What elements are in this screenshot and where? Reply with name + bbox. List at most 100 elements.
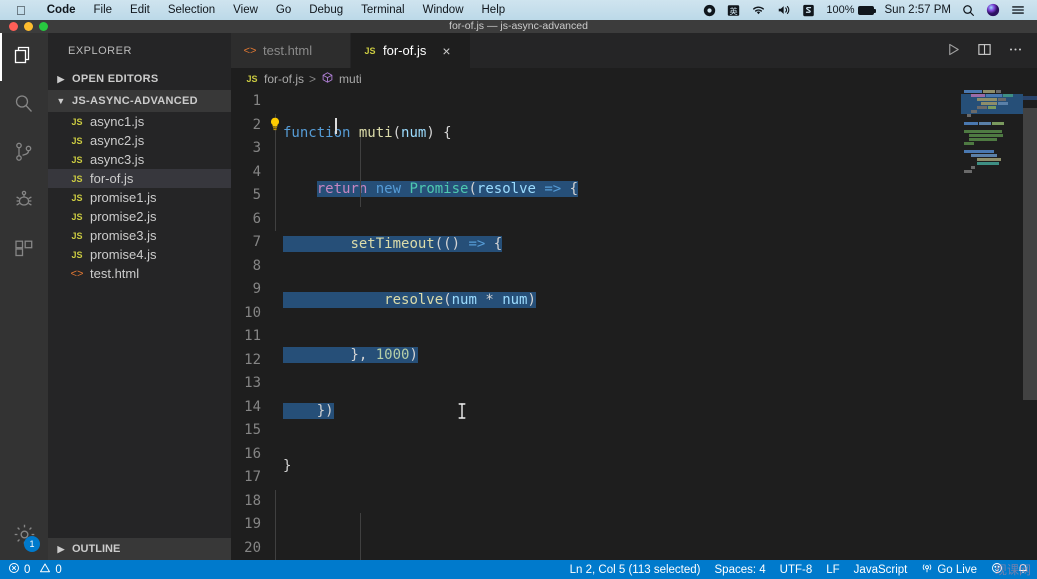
shadowsocks-icon[interactable] <box>802 4 815 17</box>
ellipsis-icon[interactable] <box>1008 42 1023 60</box>
search-icon <box>12 92 36 119</box>
lightbulb-icon[interactable] <box>269 117 281 134</box>
error-count: 0 <box>24 563 31 576</box>
menu-item-terminal[interactable]: Terminal <box>352 4 413 16</box>
file-item-async3[interactable]: JS async3.js <box>48 150 231 169</box>
js-file-icon: JS <box>71 230 83 241</box>
line-number: 8 <box>252 257 261 274</box>
code-editor[interactable]: 1 2 3 4 5 6 7 8 9 10 11 12 13 14 15 16 1… <box>231 90 1037 560</box>
indent-guide <box>360 513 361 560</box>
wifi-icon[interactable] <box>751 4 766 16</box>
html-file-icon: <> <box>243 44 257 57</box>
files-icon <box>12 44 36 71</box>
siri-icon[interactable] <box>986 3 1000 17</box>
volume-icon[interactable] <box>777 4 791 16</box>
activity-bar-item-settings[interactable]: 1 <box>0 512 48 560</box>
file-item-promise4[interactable]: JS promise4.js <box>48 245 231 264</box>
status-go-live[interactable]: Go Live <box>921 562 977 577</box>
file-label: promise4.js <box>90 247 157 262</box>
close-tab-icon[interactable]: × <box>442 44 450 58</box>
menu-item-file[interactable]: File <box>85 4 122 16</box>
file-item-test-html[interactable]: <> test.html <box>48 264 231 283</box>
menu-item-selection[interactable]: Selection <box>159 4 224 16</box>
file-item-promise3[interactable]: JS promise3.js <box>48 226 231 245</box>
battery-status[interactable]: 100% <box>826 4 877 16</box>
code-text[interactable]: function muti(num) { return new Promise(… <box>283 90 1037 560</box>
indent-guide <box>360 137 361 207</box>
js-file-icon: JS <box>246 74 258 84</box>
code-line-3: setTimeout(() => { <box>283 233 1037 257</box>
code-line-6: }) <box>283 402 334 419</box>
tab-for-of-js[interactable]: JS for-of.js × <box>351 33 471 68</box>
editor-scrollbar[interactable] <box>1023 90 1037 560</box>
battery-icon <box>857 5 877 15</box>
window-title: for-of.js — js-async-advanced <box>449 20 588 32</box>
js-file-icon: JS <box>71 154 83 165</box>
activity-bar-item-debug[interactable] <box>0 177 48 225</box>
file-item-promise1[interactable]: JS promise1.js <box>48 188 231 207</box>
file-label: async1.js <box>90 114 145 129</box>
status-eol[interactable]: LF <box>826 564 839 576</box>
file-label: for-of.js <box>90 171 134 186</box>
status-bar: 0 0 Ln 2, Col 5 (113 selected) Spaces: 4… <box>0 560 1037 579</box>
line-number: 9 <box>252 281 261 297</box>
menu-item-debug[interactable]: Debug <box>300 4 352 16</box>
menu-item-edit[interactable]: Edit <box>121 4 159 16</box>
line-number: 18 <box>244 492 261 509</box>
activity-bar-item-search[interactable] <box>0 81 48 129</box>
chevron-right-icon: ▶ <box>57 73 65 84</box>
line-number: 19 <box>244 516 261 532</box>
js-file-icon: JS <box>71 135 83 146</box>
line-number: 10 <box>244 304 261 321</box>
scrollbar-thumb[interactable] <box>1023 108 1037 400</box>
input-source-icon[interactable]: 英 <box>727 4 740 17</box>
sidebar-section-js-async-advanced[interactable]: ▼ JS-ASYNC-ADVANCED <box>48 90 231 112</box>
activity-bar: 1 <box>0 33 48 560</box>
status-language-mode[interactable]: JavaScript <box>854 564 908 576</box>
apple-icon[interactable]:  <box>16 4 26 17</box>
menu-item-view[interactable]: View <box>224 4 267 16</box>
status-indentation[interactable]: Spaces: 4 <box>715 564 766 576</box>
breadcrumb-file[interactable]: for-of.js <box>264 72 304 86</box>
svg-text:英: 英 <box>730 5 738 15</box>
status-cursor-position[interactable]: Ln 2, Col 5 (113 selected) <box>570 564 701 576</box>
record-icon[interactable] <box>703 4 716 17</box>
notification-center-icon[interactable] <box>1011 4 1025 16</box>
minimap[interactable] <box>961 90 1023 560</box>
warning-count: 0 <box>55 563 62 576</box>
clock[interactable]: Sun 2:57 PM <box>885 4 951 16</box>
breadcrumb: JS for-of.js > muti <box>231 68 1037 90</box>
menu-item-code[interactable]: Code <box>38 4 85 16</box>
text-caret <box>335 118 337 134</box>
file-item-for-of[interactable]: JS for-of.js <box>48 169 231 188</box>
menu-item-help[interactable]: Help <box>473 4 515 16</box>
breadcrumb-symbol[interactable]: muti <box>339 72 362 86</box>
status-problems[interactable]: 0 0 <box>8 562 62 577</box>
menu-item-go[interactable]: Go <box>267 4 300 16</box>
menu-item-window[interactable]: Window <box>414 4 473 16</box>
line-number: 15 <box>244 422 261 438</box>
file-item-async1[interactable]: JS async1.js <box>48 112 231 131</box>
video-watermark: 现课网 <box>995 560 1031 579</box>
split-editor-icon[interactable] <box>977 42 992 60</box>
sidebar-section-outline[interactable]: ▶ OUTLINE <box>48 538 231 560</box>
activity-bar-item-extensions[interactable] <box>0 225 48 273</box>
line-number: 17 <box>244 469 261 485</box>
line-number: 12 <box>244 351 261 368</box>
js-file-icon: JS <box>71 192 83 203</box>
file-item-promise2[interactable]: JS promise2.js <box>48 207 231 226</box>
watermark-mark: 现课网 <box>994 563 1031 577</box>
tab-test-html[interactable]: <> test.html × <box>231 33 351 68</box>
code-line-2: return new Promise(resolve => { <box>316 180 579 197</box>
status-encoding[interactable]: UTF-8 <box>780 564 813 576</box>
activity-bar-item-source-control[interactable] <box>0 129 48 177</box>
line-number: 14 <box>244 398 261 415</box>
sidebar-section-open-editors[interactable]: ▶ OPEN EDITORS <box>48 68 231 90</box>
file-label: promise2.js <box>90 209 157 224</box>
play-icon[interactable] <box>946 42 961 60</box>
tab-label: test.html <box>263 43 313 58</box>
file-item-async2[interactable]: JS async2.js <box>48 131 231 150</box>
activity-bar-item-explorer[interactable] <box>0 33 48 81</box>
spotlight-search-icon[interactable] <box>962 4 975 17</box>
line-number: 1 <box>252 93 261 109</box>
